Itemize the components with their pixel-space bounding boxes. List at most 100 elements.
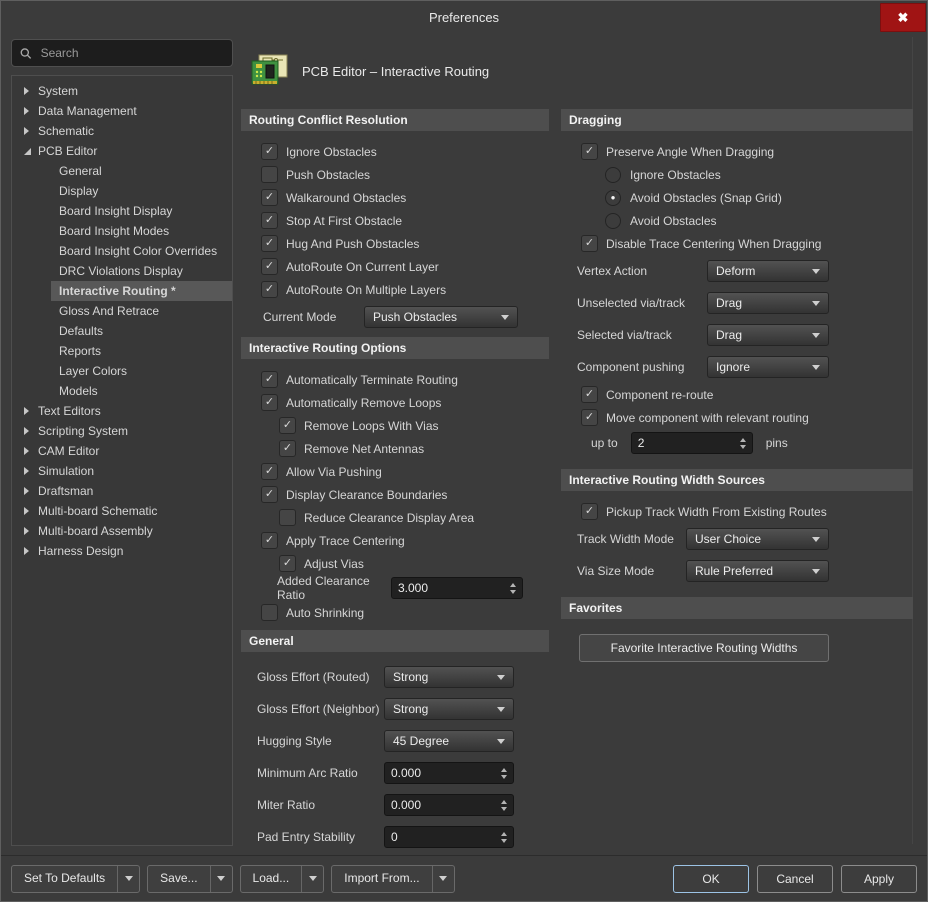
sidebar-item-multi-board-schematic[interactable]: Multi-board Schematic	[12, 501, 232, 521]
track-width-mode-select[interactable]: User Choice	[686, 528, 829, 550]
checkbox-icon[interactable]: ✓	[581, 235, 598, 252]
checkbox-icon[interactable]: ✓	[279, 555, 296, 572]
import-from-button[interactable]: Import From...	[331, 865, 454, 893]
unselected-via-track-select[interactable]: Drag	[707, 292, 829, 314]
radio-avoid-obstacles-snap-grid[interactable]: ●Avoid Obstacles (Snap Grid)	[561, 186, 913, 209]
checkbox-icon[interactable]: ✓	[261, 235, 278, 252]
checkbox-component-re-route[interactable]: ✓Component re-route	[561, 383, 913, 406]
checkbox-icon[interactable]: ✓	[581, 503, 598, 520]
spinner-arrows-icon[interactable]	[501, 832, 507, 843]
sidebar-item-reports[interactable]: Reports	[12, 341, 232, 361]
checkbox-apply-trace-centering[interactable]: ✓Apply Trace Centering	[241, 529, 549, 552]
sidebar-item-general[interactable]: General	[12, 161, 232, 181]
chevron-down-icon[interactable]	[432, 866, 454, 892]
checkbox-move-component-with-routing[interactable]: ✓Move component with relevant routing	[561, 406, 913, 429]
favorite-interactive-routing-widths-button[interactable]: Favorite Interactive Routing Widths	[579, 634, 829, 662]
checkbox-allow-via-pushing[interactable]: ✓Allow Via Pushing	[241, 460, 549, 483]
spinner-arrows-icon[interactable]	[740, 438, 746, 449]
checkbox-icon[interactable]: ✓	[279, 440, 296, 457]
checkbox-icon[interactable]	[279, 509, 296, 526]
checkbox-remove-loops-with-vias[interactable]: ✓Remove Loops With Vias	[241, 414, 549, 437]
checkbox-adjust-vias[interactable]: ✓Adjust Vias	[241, 552, 549, 575]
up-to-pins-stepper[interactable]: 2	[631, 432, 753, 454]
checkbox-automatically-remove-loops[interactable]: ✓Automatically Remove Loops	[241, 391, 549, 414]
checkbox-stop-at-first-obstacle[interactable]: ✓Stop At First Obstacle	[241, 209, 549, 232]
checkbox-icon[interactable]: ✓	[261, 143, 278, 160]
checkbox-remove-net-antennas[interactable]: ✓Remove Net Antennas	[241, 437, 549, 460]
vertex-action-select[interactable]: Deform	[707, 260, 829, 282]
search-input[interactable]	[39, 45, 224, 61]
checkbox-automatically-terminate-routing[interactable]: ✓Automatically Terminate Routing	[241, 368, 549, 391]
sidebar-item-schematic[interactable]: Schematic	[12, 121, 232, 141]
sidebar-item-board-insight-display[interactable]: Board Insight Display	[12, 201, 232, 221]
radio-icon[interactable]	[605, 213, 621, 229]
checkbox-push-obstacles[interactable]: Push Obstacles	[241, 163, 549, 186]
checkbox-icon[interactable]	[261, 604, 278, 621]
checkbox-preserve-angle-when-dragging[interactable]: ✓Preserve Angle When Dragging	[561, 140, 913, 163]
apply-button[interactable]: Apply	[841, 865, 917, 893]
pad-entry-stability-stepper[interactable]: 0	[384, 826, 514, 848]
sidebar-item-interactive-routing[interactable]: Interactive Routing *	[51, 281, 232, 301]
gloss-effort-routed-select[interactable]: Strong	[384, 666, 514, 688]
checkbox-icon[interactable]: ✓	[261, 486, 278, 503]
added-clearance-ratio-stepper[interactable]: 3.000	[391, 577, 523, 599]
sidebar-item-draftsman[interactable]: Draftsman	[12, 481, 232, 501]
checkbox-pickup-track-width[interactable]: ✓Pickup Track Width From Existing Routes	[561, 500, 913, 523]
radio-avoid-obstacles[interactable]: Avoid Obstacles	[561, 209, 913, 232]
radio-ignore-obstacles[interactable]: Ignore Obstacles	[561, 163, 913, 186]
checkbox-hug-and-push-obstacles[interactable]: ✓Hug And Push Obstacles	[241, 232, 549, 255]
checkbox-icon[interactable]: ✓	[581, 143, 598, 160]
sidebar-item-cam-editor[interactable]: CAM Editor	[12, 441, 232, 461]
sidebar-item-data-management[interactable]: Data Management	[12, 101, 232, 121]
sidebar-item-models[interactable]: Models	[12, 381, 232, 401]
checkbox-icon[interactable]: ✓	[261, 281, 278, 298]
title-bar[interactable]: Preferences ✖	[1, 1, 927, 33]
chevron-down-icon[interactable]	[117, 866, 139, 892]
checkbox-auto-shrinking[interactable]: Auto Shrinking	[241, 601, 549, 624]
selected-via-track-select[interactable]: Drag	[707, 324, 829, 346]
load-button[interactable]: Load...	[240, 865, 325, 893]
via-size-mode-select[interactable]: Rule Preferred	[686, 560, 829, 582]
checkbox-autoroute-current-layer[interactable]: ✓AutoRoute On Current Layer	[241, 255, 549, 278]
minimum-arc-ratio-stepper[interactable]: 0.000	[384, 762, 514, 784]
miter-ratio-stepper[interactable]: 0.000	[384, 794, 514, 816]
set-to-defaults-button[interactable]: Set To Defaults	[11, 865, 140, 893]
spinner-arrows-icon[interactable]	[501, 768, 507, 779]
chevron-down-icon[interactable]	[301, 866, 323, 892]
checkbox-display-clearance-boundaries[interactable]: ✓Display Clearance Boundaries	[241, 483, 549, 506]
sidebar-item-gloss-and-retrace[interactable]: Gloss And Retrace	[12, 301, 232, 321]
sidebar-item-layer-colors[interactable]: Layer Colors	[12, 361, 232, 381]
checkbox-icon[interactable]: ✓	[261, 212, 278, 229]
spinner-arrows-icon[interactable]	[510, 583, 516, 594]
close-button[interactable]: ✖	[880, 3, 926, 32]
sidebar-item-multi-board-assembly[interactable]: Multi-board Assembly	[12, 521, 232, 541]
sidebar-item-drc-violations-display[interactable]: DRC Violations Display	[12, 261, 232, 281]
checkbox-icon[interactable]: ✓	[279, 417, 296, 434]
sidebar-item-text-editors[interactable]: Text Editors	[12, 401, 232, 421]
checkbox-ignore-obstacles[interactable]: ✓Ignore Obstacles	[241, 140, 549, 163]
gloss-effort-neighbor-select[interactable]: Strong	[384, 698, 514, 720]
checkbox-autoroute-multiple-layers[interactable]: ✓AutoRoute On Multiple Layers	[241, 278, 549, 301]
checkbox-icon[interactable]: ✓	[581, 386, 598, 403]
radio-icon[interactable]: ●	[605, 190, 621, 206]
sidebar-item-harness-design[interactable]: Harness Design	[12, 541, 232, 561]
cancel-button[interactable]: Cancel	[757, 865, 833, 893]
checkbox-disable-trace-centering[interactable]: ✓Disable Trace Centering When Dragging	[561, 232, 913, 255]
sidebar-item-board-insight-modes[interactable]: Board Insight Modes	[12, 221, 232, 241]
sidebar-item-scripting-system[interactable]: Scripting System	[12, 421, 232, 441]
checkbox-icon[interactable]: ✓	[261, 463, 278, 480]
checkbox-icon[interactable]: ✓	[261, 394, 278, 411]
radio-icon[interactable]	[605, 167, 621, 183]
save-button[interactable]: Save...	[147, 865, 232, 893]
chevron-down-icon[interactable]	[210, 866, 232, 892]
checkbox-reduce-clearance-display-area[interactable]: Reduce Clearance Display Area	[241, 506, 549, 529]
spinner-arrows-icon[interactable]	[501, 800, 507, 811]
sidebar-item-pcb-editor[interactable]: PCB Editor	[12, 141, 232, 161]
checkbox-walkaround-obstacles[interactable]: ✓Walkaround Obstacles	[241, 186, 549, 209]
checkbox-icon[interactable]: ✓	[261, 371, 278, 388]
sidebar-item-display[interactable]: Display	[12, 181, 232, 201]
checkbox-icon[interactable]: ✓	[261, 258, 278, 275]
sidebar-item-defaults[interactable]: Defaults	[12, 321, 232, 341]
sidebar-item-system[interactable]: System	[12, 81, 232, 101]
component-pushing-select[interactable]: Ignore	[707, 356, 829, 378]
